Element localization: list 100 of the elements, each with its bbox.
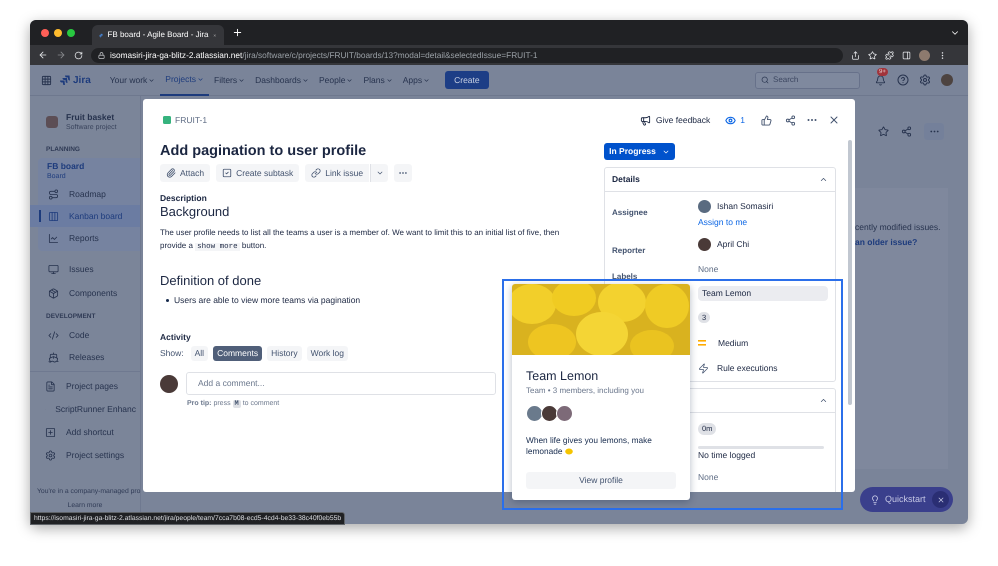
watch-button[interactable]: 1 [725,114,745,126]
lightning-icon [698,362,709,374]
lock-icon [98,52,105,58]
sidebar-item[interactable]: Project pages [30,375,140,397]
activity-filter-tab[interactable]: All [190,346,208,361]
new-tab-icon[interactable] [232,27,243,38]
automation-link[interactable]: Rule executions [717,362,778,374]
field-label: Reporter [612,246,646,255]
nav-menu-item[interactable]: Filters [209,64,250,96]
jira-logo[interactable]: Jira [60,72,91,88]
notifications-icon[interactable] [875,74,886,86]
user-avatar [160,374,178,392]
sidebar-item[interactable]: Add shortcut [30,421,140,443]
team-field[interactable]: Team Lemon [698,286,828,301]
assign-link[interactable]: Assign to me [698,216,774,228]
collapse-icon[interactable] [819,396,828,405]
show-label: Show: [160,347,184,360]
caret-icon [346,76,354,84]
action-button[interactable]: Attach [160,164,210,182]
app-switcher-icon[interactable] [41,74,52,86]
search-field[interactable]: Search [755,72,860,88]
nav-menu-item[interactable]: Your work [104,64,160,96]
sidebar-icon [45,380,56,392]
list-item-text: Users are able to view more teams via pagination [174,294,360,307]
sidebar-item[interactable]: Issues [30,258,140,280]
sidebar-item[interactable]: Roadmap [30,183,140,205]
project-name[interactable]: Fruit basket [66,112,117,123]
lightbulb-icon [870,494,880,504]
action-icon [222,168,232,178]
activity-filter-tab[interactable]: Work log [306,346,348,361]
field-value: None [698,471,718,483]
user-avatar [698,200,711,212]
create-button[interactable]: Create [445,71,489,89]
field-label: Labels [612,272,638,281]
url-field[interactable]: isomasiri-jira-ga-blitz-2.atlassian.net/jira/software/c/projects/FRUIT/boards/13?modal=detail&selectedIssue=FRUIT-1 [91,48,843,62]
team-meta: Team • 3 members, including you [526,385,645,396]
activity-filter-tab[interactable]: History [267,346,302,361]
action-icon [311,168,322,178]
forward-icon[interactable] [56,50,66,60]
sidebar-item[interactable]: Project settings [30,444,140,466]
share-icon[interactable] [851,50,860,60]
team-motto: When life gives you lemons, make [526,435,652,446]
lemon-icon [565,448,574,455]
nav-menu-item[interactable]: Apps [398,64,436,96]
minimize-window-icon[interactable] [54,28,62,36]
sidebar-item[interactable]: Components [30,282,140,304]
extensions-icon[interactable] [885,50,894,60]
priority-medium-icon [698,340,706,346]
sidebar-item[interactable]: Code [30,324,140,346]
section-heading: Background [160,204,230,220]
share-icon[interactable] [785,114,796,126]
sidebar-item[interactable]: Reports [30,227,140,249]
caret-icon [386,76,393,84]
back-icon[interactable] [38,50,48,60]
star-icon[interactable] [878,126,889,136]
caret-icon [423,76,430,84]
activity-filter-tab[interactable]: Comments [213,346,262,361]
sidebar-icon [48,330,59,340]
older-issue-link[interactable]: an older issue? [855,236,948,248]
comment-field[interactable]: Add a comment... [186,372,496,395]
sidebar-item[interactable]: Kanban board [30,205,140,227]
sidebar-item[interactable]: ScriptRunner Enhanc [30,398,140,420]
sidebar-item[interactable]: Releases [30,346,140,368]
action-button[interactable]: Link issue [305,164,370,182]
field-label: Assignee [612,208,648,217]
view-profile-button[interactable]: View profile [526,472,676,489]
sidebar-icon [48,210,59,222]
sidebar-icon [45,450,56,460]
collapse-icon[interactable] [819,175,828,184]
settings-icon[interactable] [919,74,931,86]
board-name[interactable]: FB board [47,161,140,172]
quickstart-button[interactable]: Quickstart [860,487,953,512]
give-feedback-button[interactable]: Give feedback [640,114,710,126]
caret-icon [238,76,246,84]
side-panel-icon[interactable] [902,50,911,60]
maximize-window-icon[interactable] [67,28,75,36]
issue-title[interactable]: Add pagination to user profile [160,141,587,161]
issue-key-link[interactable]: FRUIT-1 [175,114,208,126]
action-button[interactable]: Create subtask [216,164,300,182]
like-icon[interactable] [761,114,772,126]
member-avatar [541,405,558,422]
story-icon [163,116,171,124]
bookmark-icon[interactable] [868,50,877,60]
active-indicator [39,210,41,222]
close-window-icon[interactable] [41,28,49,36]
user-avatar [698,238,711,250]
help-icon[interactable] [897,74,909,86]
panel-title[interactable]: Details [612,173,640,186]
status-dropdown[interactable]: In Progress [604,143,675,160]
action-icon [166,168,176,178]
close-icon[interactable] [936,496,944,504]
nav-menu-item[interactable]: Dashboards [250,64,314,96]
reload-icon[interactable] [74,50,83,60]
nav-menu-item[interactable]: Projects [160,64,209,96]
eye-icon [725,114,736,126]
nav-menu-item[interactable]: Plans [358,64,398,96]
browser-tab[interactable]: FB board - Agile Board - Jira [92,25,224,45]
nav-menu-item[interactable]: People [314,64,358,96]
team-motto: lemonade [526,446,562,457]
close-icon[interactable] [828,114,840,126]
